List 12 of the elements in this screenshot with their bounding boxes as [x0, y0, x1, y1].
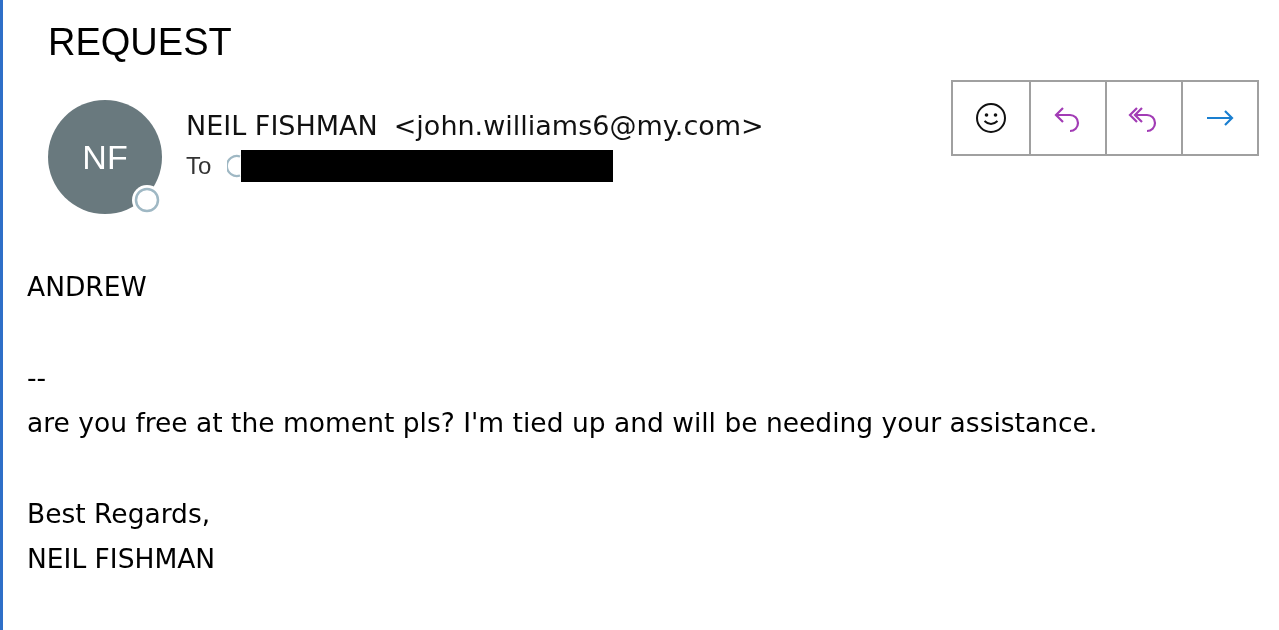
sender-email: <john.williams6@my.com> — [393, 109, 764, 143]
sender-name: NEIL FISHMAN — [186, 109, 378, 143]
body-text: ANDREW — [27, 270, 148, 304]
presence-icon — [227, 154, 242, 178]
body-text: Best Regards, — [27, 497, 212, 531]
body-text: NEIL FISHMAN — [27, 542, 217, 576]
body-text: are you free at the moment pls? I'm tied up and will be needing your assistance. — [27, 406, 1099, 440]
email-subject: REQUEST — [48, 20, 233, 65]
avatar-initials: NF — [82, 136, 128, 178]
body-text: -- — [27, 361, 48, 395]
smiley-icon — [975, 102, 1007, 134]
to-label: To — [186, 151, 212, 181]
